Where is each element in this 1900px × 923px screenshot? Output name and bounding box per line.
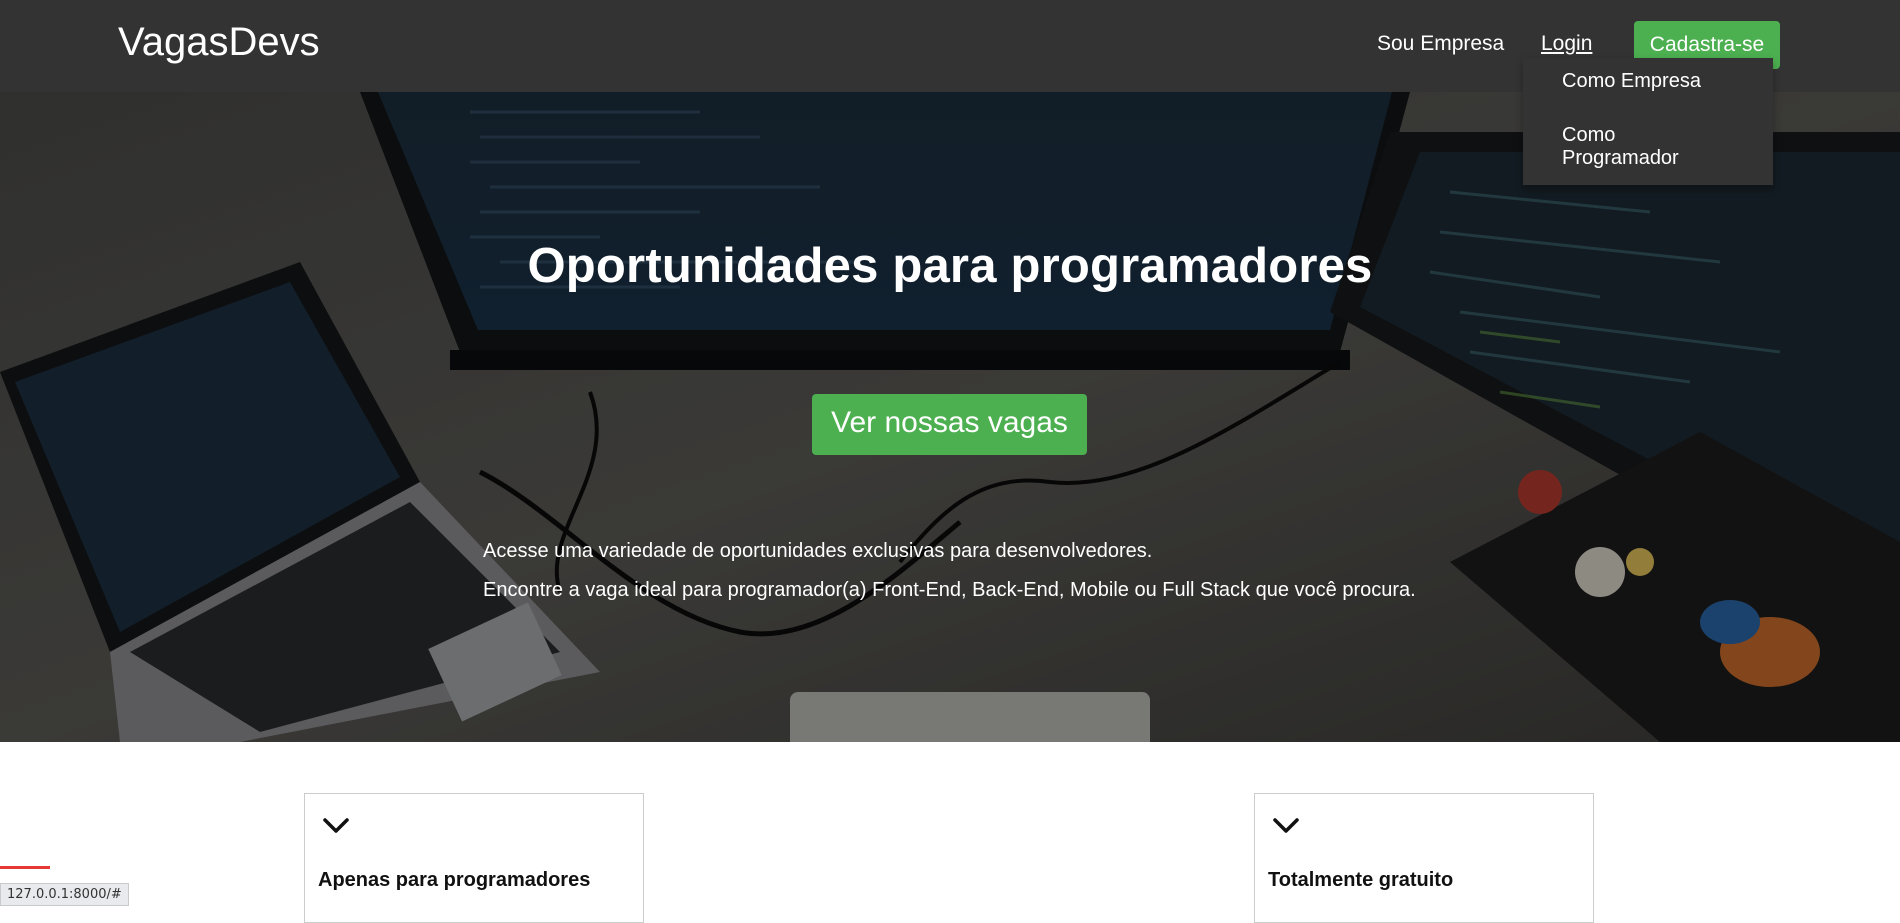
feature-card: Totalmente gratuito	[1254, 793, 1594, 923]
chevron-down-icon[interactable]	[1271, 814, 1301, 836]
status-marker	[0, 866, 50, 884]
chevron-down-icon[interactable]	[321, 814, 351, 836]
dropdown-item-programmer[interactable]: Como Programador	[1562, 124, 1722, 170]
feature-title: Apenas para programadores	[318, 869, 591, 891]
feature-title: Totalmente gratuito	[1268, 869, 1454, 891]
login-link[interactable]: Login	[1541, 32, 1592, 56]
hero-title: Oportunidades para programadores	[0, 238, 1900, 294]
login-dropdown-menu: Como Empresa Como Programador	[1523, 58, 1773, 185]
view-jobs-button[interactable]: Ver nossas vagas	[812, 394, 1087, 455]
dropdown-item-company[interactable]: Como Empresa	[1562, 70, 1701, 93]
brand-logo[interactable]: VagasDevs	[118, 20, 320, 65]
hero-section: Oportunidades para programadores Ver nos…	[0, 92, 1900, 742]
status-bar-url: 127.0.0.1:8000/#	[0, 883, 129, 906]
feature-card: Apenas para programadores	[304, 793, 644, 923]
hero-title-text: Oportunidades para programadores	[527, 239, 1373, 293]
hero-description-2: Encontre a vaga ideal para programador(a…	[483, 579, 1416, 601]
company-link[interactable]: Sou Empresa	[1377, 32, 1504, 56]
hero-description-1: Acesse uma variedade de oportunidades ex…	[483, 540, 1153, 562]
